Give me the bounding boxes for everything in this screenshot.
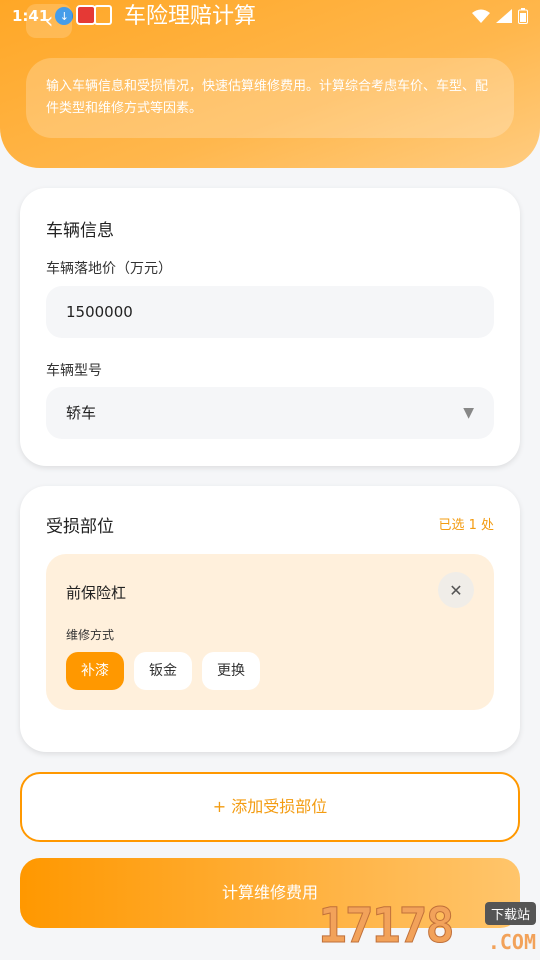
wifi-icon: [472, 9, 490, 23]
damaged-part-item: 前保险杠 ✕ 维修方式 补漆 钣金 更换: [46, 554, 494, 710]
add-damaged-part-button[interactable]: + 添加受损部位: [20, 772, 520, 842]
remove-part-button[interactable]: ✕: [438, 572, 474, 608]
signal-icon: [496, 9, 512, 23]
chevron-left-icon: ‹: [44, 8, 54, 34]
site-watermark-logo: 17178 下载站 .COM: [318, 898, 540, 960]
watermark-number: 17178: [318, 898, 455, 955]
damage-parts-card: 受损部位 已选 1 处 前保险杠 ✕ 维修方式 补漆 钣金 更换: [20, 486, 520, 752]
notification-app-icon: [76, 5, 96, 25]
part-name: 前保险杠: [66, 584, 127, 602]
price-input-value: 1500000: [66, 303, 133, 321]
vehicle-info-title: 车辆信息: [46, 221, 114, 241]
watermark-domain: .COM: [487, 930, 536, 954]
page-title: 车险理赔计算: [124, 3, 257, 28]
vehicle-info-card: 车辆信息 车辆落地价（万元） 1500000 车辆型号 轿车 ▼: [20, 188, 520, 466]
watermark-tag: 下载站: [484, 902, 536, 925]
dropdown-arrow-icon: ▼: [463, 405, 474, 421]
battery-icon: [518, 8, 528, 24]
intro-description: 输入车辆信息和受损情况，快速估算维修费用。计算综合考虑车价、车型、配件类型和维修…: [26, 58, 514, 138]
selected-count-badge: 已选 1 处: [438, 518, 494, 533]
method-chip-paint[interactable]: 补漆: [66, 652, 124, 690]
repair-method-label: 维修方式: [66, 628, 115, 642]
model-label: 车辆型号: [46, 363, 102, 379]
model-select-value: 轿车: [66, 404, 97, 422]
status-right-icons: [472, 8, 528, 24]
notification-app-icon-2: [94, 5, 112, 25]
method-chip-replace[interactable]: 更换: [202, 652, 260, 690]
price-input[interactable]: 1500000: [46, 286, 494, 338]
price-label: 车辆落地价（万元）: [46, 261, 172, 277]
method-chip-sheet-metal[interactable]: 钣金: [134, 652, 192, 690]
close-icon: ✕: [449, 580, 463, 600]
back-button[interactable]: ‹: [26, 4, 72, 38]
model-select[interactable]: 轿车 ▼: [46, 387, 494, 439]
damage-parts-title: 受损部位: [46, 517, 114, 537]
